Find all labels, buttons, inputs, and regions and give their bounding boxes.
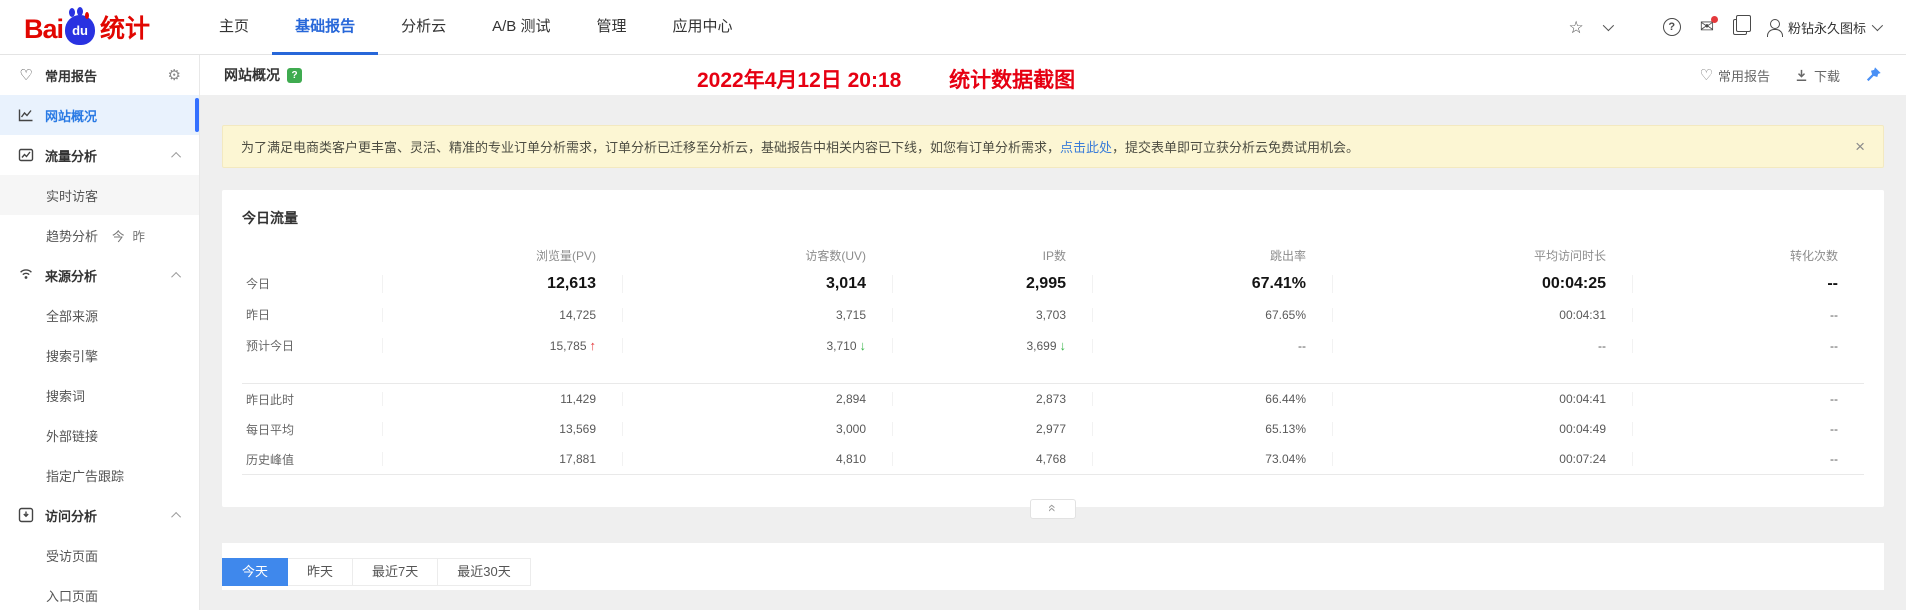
column-header-duration: 平均访问时长 — [1533, 248, 1606, 263]
star-icon[interactable]: ☆ — [1568, 19, 1583, 36]
table-row: 昨日此时 11,429 2,894 2,873 66.44% 00:04:41 … — [242, 384, 1864, 414]
download-icon — [1796, 69, 1807, 81]
column-header-conversions: 转化次数 — [1789, 248, 1838, 263]
inbox-arrow-icon — [18, 507, 34, 523]
table-header-row: 浏览量(PV) 访客数(UV) IP数 跳出率 平均访问时长 转化次数 — [242, 242, 1864, 268]
sidebar-item-site-overview[interactable]: 网站概况 — [0, 95, 199, 135]
table-row: 每日平均 13,569 3,000 2,977 65.13% 00:04:49 … — [242, 414, 1864, 444]
user-icon — [1766, 19, 1783, 37]
heart-icon: ♡ — [19, 67, 33, 84]
nav-item-home[interactable]: 主页 — [196, 0, 272, 55]
user-name: 粉钻永久图标 — [1787, 20, 1866, 36]
column-header-pv: 浏览量(PV) — [535, 248, 596, 263]
nav-item-app-center[interactable]: 应用中心 — [649, 0, 755, 55]
line-chart-icon — [18, 107, 34, 123]
chevron-up-icon — [171, 151, 182, 162]
trend-down-icon — [860, 338, 867, 353]
sidebar-item-realtime-visitors[interactable]: 实时访客 — [0, 175, 199, 215]
sidebar-item-external-links[interactable]: 外部链接 — [0, 415, 199, 455]
nav-item-basic-reports[interactable]: 基础报告 — [272, 0, 379, 55]
sidebar-group-source-analysis[interactable]: 来源分析 — [0, 255, 199, 295]
pin-icon[interactable] — [1864, 66, 1882, 84]
notice-banner: 为了满足电商类客户更丰富、灵活、精准的专业订单分析需求，订单分析已迁移至分析云，… — [222, 125, 1884, 168]
table-row: 预计今日 15,785 3,710 3,699 -- -- -- — [242, 330, 1864, 361]
row-label: 历史峰值 — [246, 452, 295, 467]
tab-yesterday[interactable]: 昨天 — [288, 558, 354, 586]
card-title: 今日流量 — [242, 210, 298, 226]
sidebar-item-favorite-reports[interactable]: ♡ 常用报告 ⚙ — [0, 55, 199, 95]
download-button[interactable]: 下载 — [1794, 66, 1840, 85]
row-label: 预计今日 — [246, 339, 295, 353]
collapse-button[interactable] — [1030, 499, 1076, 519]
table-row: 今日 12,613 3,014 2,995 67.41% 00:04:25 -- — [242, 268, 1864, 299]
row-label: 今日 — [246, 277, 271, 291]
stamp-caption: 统计数据截图 — [949, 69, 1076, 92]
gear-icon[interactable]: ⚙ — [168, 66, 181, 84]
trend-today-link[interactable]: 今 — [112, 230, 133, 244]
chevron-down-icon[interactable] — [1602, 19, 1614, 32]
help-icon[interactable]: ? — [1662, 18, 1681, 36]
baidu-paw-icon: du — [65, 8, 96, 45]
baidu-tongji-logo[interactable]: Bai du 统计 — [24, 8, 151, 45]
sidebar-group-traffic-analysis[interactable]: 流量分析 — [0, 135, 199, 175]
column-header-uv: 访客数(UV) — [805, 248, 866, 263]
tab-last-7-days[interactable]: 最近7天 — [353, 558, 439, 586]
sidebar-item-trend-analysis[interactable]: 趋势分析 今昨 — [0, 215, 199, 255]
messages-icon[interactable]: ✉ — [1700, 15, 1718, 37]
sidebar-item-ad-tracking[interactable]: 指定广告跟踪 — [0, 455, 199, 495]
nav-item-manage[interactable]: 管理 — [573, 0, 649, 55]
chevron-down-icon — [1871, 19, 1884, 32]
sidebar-item-visited-pages[interactable]: 受访页面 — [0, 535, 199, 575]
sidebar-item-search-engines[interactable]: 搜索引擎 — [0, 335, 199, 375]
tab-last-30-days[interactable]: 最近30天 — [438, 558, 531, 586]
top-navbar: Bai du 统计 主页 基础报告 分析云 A/B 测试 管理 应用中心 ☆ ?… — [0, 0, 1906, 55]
sidebar-item-search-terms[interactable]: 搜索词 — [0, 375, 199, 415]
trend-yesterday-link[interactable]: 昨 — [133, 230, 154, 244]
today-traffic-card: 今日流量 浏览量(PV) 访客数(UV) IP数 跳出率 平均访问时长 转化次数… — [222, 190, 1884, 519]
trend-down-icon — [1060, 338, 1067, 353]
banner-text: 为了满足电商类客户更丰富、灵活、精准的专业订单分析需求，订单分析已迁移至分析云，… — [241, 140, 1360, 155]
unread-badge — [1710, 15, 1718, 23]
date-range-tabs: 今天 昨天 最近7天 最近30天 — [222, 543, 1884, 590]
column-header-ip: IP数 — [1042, 248, 1066, 263]
chevron-up-icon — [171, 271, 182, 282]
screenshot-stamp: 2022年4月12日 20:18 统计数据截图 — [697, 64, 1075, 94]
title-help-icon[interactable]: ? — [287, 67, 302, 83]
double-chevron-up-icon — [1049, 500, 1057, 518]
page-title: 网站概况 — [224, 67, 280, 83]
user-account[interactable]: 粉钻永久图标 — [1766, 18, 1884, 37]
close-icon[interactable]: × — [1855, 138, 1865, 155]
traffic-chart-icon — [18, 147, 34, 163]
row-label: 昨日此时 — [246, 392, 295, 407]
stamp-datetime: 2022年4月12日 20:18 — [697, 69, 902, 92]
heart-icon: ♡ — [1699, 67, 1713, 84]
row-label: 每日平均 — [246, 422, 295, 437]
table-group-reference: 昨日此时 11,429 2,894 2,873 66.44% 00:04:41 … — [242, 383, 1864, 475]
logo-text-bai: Bai — [24, 14, 64, 44]
sidebar-group-visit-analysis[interactable]: 访问分析 — [0, 495, 199, 535]
table-group-today: 今日 12,613 3,014 2,995 67.41% 00:04:25 --… — [242, 268, 1864, 361]
tab-today[interactable]: 今天 — [222, 558, 289, 586]
nav-item-analysis-cloud[interactable]: 分析云 — [378, 0, 469, 55]
banner-link[interactable]: 点击此处 — [1060, 140, 1112, 155]
logo-text-tongji: 统计 — [100, 15, 151, 43]
sidebar-item-entry-pages[interactable]: 入口页面 — [0, 575, 199, 610]
column-header-bounce: 跳出率 — [1269, 248, 1306, 263]
nav-item-ab-test[interactable]: A/B 测试 — [469, 0, 573, 55]
navbar-right-tools: ☆ ? ✉ 粉钻永久图标 — [1568, 15, 1906, 37]
multi-site-icon[interactable] — [1732, 15, 1751, 35]
table-row: 昨日 14,725 3,715 3,703 67.65% 00:04:31 -- — [242, 299, 1864, 330]
row-label: 昨日 — [246, 308, 271, 322]
trend-up-icon — [590, 338, 597, 353]
table-row: 历史峰值 17,881 4,810 4,768 73.04% 00:07:24 … — [242, 444, 1864, 474]
signal-icon — [18, 267, 34, 283]
sidebar: ♡ 常用报告 ⚙ 网站概况 流量分析 实时访客 趋势分析 今昨 来源分析 全部来… — [0, 55, 200, 610]
main-content: 2022年4月12日 20:18 统计数据截图 网站概况 ? ♡ 常用报告 下载… — [200, 55, 1906, 610]
main-menu: 主页 基础报告 分析云 A/B 测试 管理 应用中心 — [196, 0, 755, 55]
chevron-up-icon — [171, 511, 182, 522]
add-favorite-button[interactable]: ♡ 常用报告 — [1700, 66, 1770, 85]
sidebar-item-all-sources[interactable]: 全部来源 — [0, 295, 199, 335]
